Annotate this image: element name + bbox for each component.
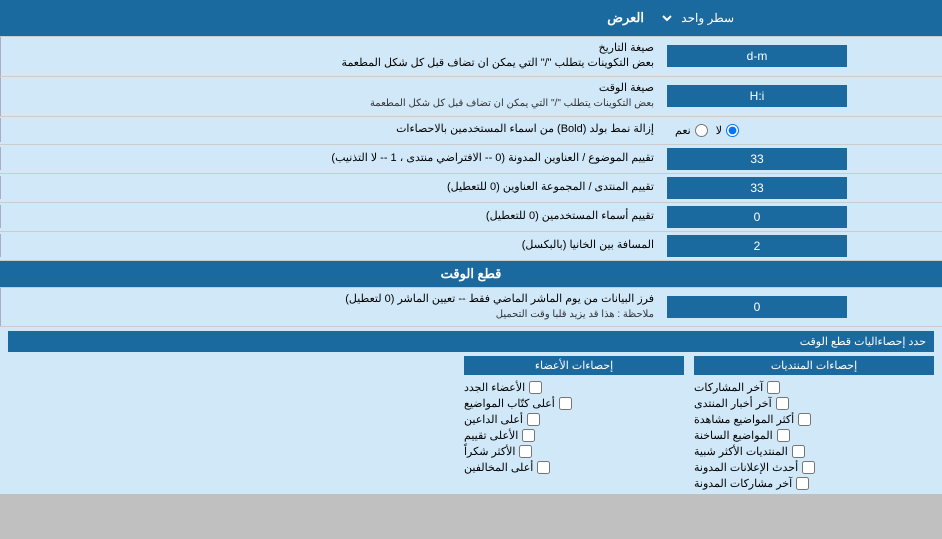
checkbox-highest-rated[interactable] <box>522 429 535 442</box>
list-item: المواضيع الساخنة <box>694 429 934 442</box>
checkbox-latest-announcements[interactable] <box>802 461 815 474</box>
stats-header: حدد إحصاءاليات قطع الوقت <box>8 331 934 352</box>
list-item: آخر مشاركات المدونة <box>694 477 934 490</box>
checkbox-last-news[interactable] <box>776 397 789 410</box>
checkbox-most-thanked[interactable] <box>519 445 532 458</box>
list-item: آخر أخبار المنتدى <box>694 397 934 410</box>
checkbox-new-members[interactable] <box>529 381 542 394</box>
list-item: أعلى كتّاب المواضيع <box>464 397 684 410</box>
forum-rating-label: تقييم المنتدى / المجموعة العناوين (0 للت… <box>0 176 662 199</box>
bold-remove-label: إزالة نمط بولد (Bold) من اسماء المستخدمي… <box>0 118 662 141</box>
list-item: أكثر المواضيع مشاهدة <box>694 413 934 426</box>
radio-no-label: لا <box>716 124 739 137</box>
cutoff-input[interactable] <box>667 296 847 318</box>
cell-spacing-input[interactable] <box>667 235 847 257</box>
radio-yes-label: نعم <box>675 124 708 137</box>
display-select[interactable]: سطر واحد سطرين ثلاثة أسطر <box>660 7 742 29</box>
time-format-label: صيغة الوقتبعض التكوينات يتطلب "/" التي ي… <box>0 77 662 116</box>
forum-rating-input[interactable] <box>667 177 847 199</box>
checkbox-last-posts[interactable] <box>767 381 780 394</box>
list-item: أعلى الداعين <box>464 413 684 426</box>
page-title: العرض <box>8 6 654 30</box>
cell-spacing-label: المسافة بين الخانيا (بالبكسل) <box>0 234 662 257</box>
checkbox-last-blog-posts[interactable] <box>796 477 809 490</box>
checkbox-most-viewed[interactable] <box>798 413 811 426</box>
date-format-input[interactable] <box>667 45 847 67</box>
checkbox-most-popular-forums[interactable] <box>792 445 805 458</box>
checkbox-top-violators[interactable] <box>537 461 550 474</box>
list-item: الأعضاء الجدد <box>464 381 684 394</box>
radio-yes[interactable] <box>695 124 708 137</box>
radio-no[interactable] <box>726 124 739 137</box>
list-item: أعلى المخالفين <box>464 461 684 474</box>
topic-rating-input[interactable] <box>667 148 847 170</box>
cutoff-label: فرز البيانات من يوم الماشر الماضي فقط --… <box>0 288 662 327</box>
topic-rating-label: تقييم الموضوع / العناوين المدونة (0 -- ا… <box>0 147 662 170</box>
checkbox-top-writers[interactable] <box>559 397 572 410</box>
members-stats-header: إحصاءات الأعضاء <box>464 356 684 375</box>
list-item: المنتديات الأكثر شبية <box>694 445 934 458</box>
list-item: الأكثر شكراً <box>464 445 684 458</box>
username-rating-input[interactable] <box>667 206 847 228</box>
forum-stats-header: إحصاءات المنتديات <box>694 356 934 375</box>
list-item: الأعلى تقييم <box>464 429 684 442</box>
checkbox-hot-topics[interactable] <box>777 429 790 442</box>
time-format-input[interactable] <box>667 85 847 107</box>
username-rating-label: تقييم أسماء المستخدمين (0 للتعطيل) <box>0 205 662 228</box>
list-item: آخر المشاركات <box>694 381 934 394</box>
list-item: أحدث الإعلانات المدونة <box>694 461 934 474</box>
checkbox-top-inviters[interactable] <box>527 413 540 426</box>
cutoff-section-header: قطع الوقت <box>0 261 942 288</box>
date-format-label: صيغة التاريخ بعض التكوينات يتطلب "/" الت… <box>0 37 662 76</box>
